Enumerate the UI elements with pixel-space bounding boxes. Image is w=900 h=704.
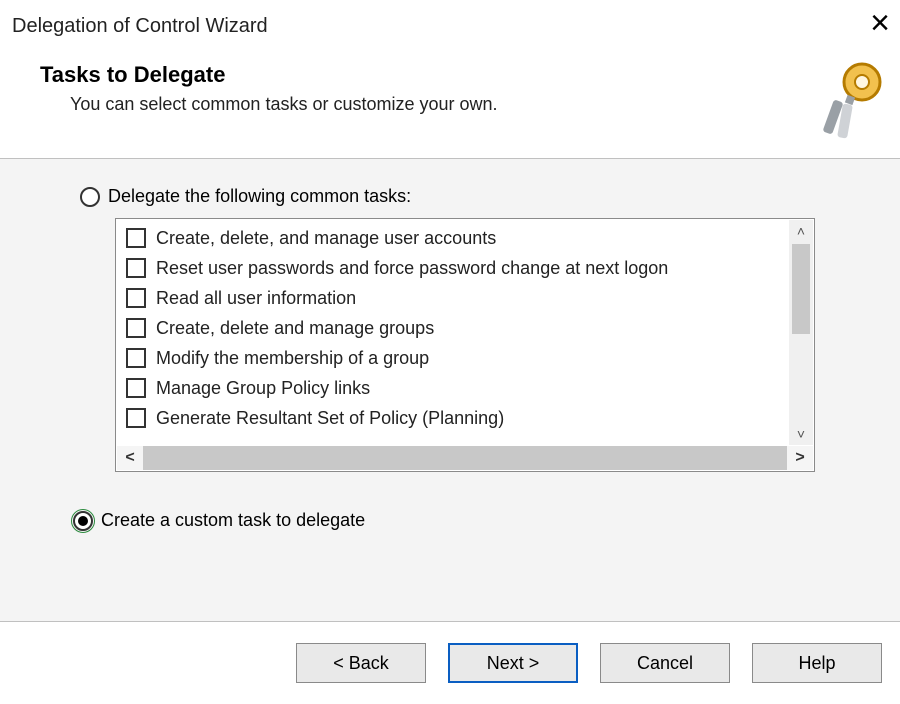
radio-common-tasks-label: Delegate the following common tasks:: [108, 186, 411, 207]
hscrollbar-track[interactable]: [143, 446, 787, 470]
checkbox-icon[interactable]: [126, 378, 146, 398]
scroll-down-icon[interactable]: ˅: [789, 423, 813, 445]
radio-common-tasks[interactable]: Delegate the following common tasks:: [80, 186, 411, 207]
wizard-window: Delegation of Control Wizard × Tasks to …: [0, 0, 900, 704]
task-item[interactable]: Create, delete and manage groups: [126, 313, 814, 343]
task-label: Manage Group Policy links: [156, 378, 370, 399]
task-item[interactable]: Manage Group Policy links: [126, 373, 814, 403]
checkbox-icon[interactable]: [126, 408, 146, 428]
radio-icon: [80, 187, 100, 207]
titlebar: Delegation of Control Wizard: [0, 0, 900, 52]
scrollbar-thumb[interactable]: [792, 244, 810, 334]
window-title: Delegation of Control Wizard: [12, 15, 268, 38]
back-button[interactable]: < Back: [296, 643, 426, 683]
task-label: Modify the membership of a group: [156, 348, 429, 369]
wizard-buttons: < Back Next > Cancel Help: [0, 622, 900, 704]
radio-custom-task-label: Create a custom task to delegate: [101, 510, 365, 531]
task-label: Generate Resultant Set of Policy (Planni…: [156, 408, 504, 429]
task-list: Create, delete, and manage user accounts…: [116, 219, 814, 471]
page-subtitle: You can select common tasks or customize…: [40, 94, 900, 115]
task-label: Create, delete and manage groups: [156, 318, 434, 339]
common-tasks-listbox[interactable]: Create, delete, and manage user accounts…: [115, 218, 815, 472]
task-label: Reset user passwords and force password …: [156, 258, 668, 279]
page-title: Tasks to Delegate: [40, 62, 900, 88]
task-item[interactable]: Modify the membership of a group: [126, 343, 814, 373]
next-button[interactable]: Next >: [448, 643, 578, 683]
keys-icon: [816, 60, 888, 140]
vertical-scrollbar[interactable]: ˄ ˅: [789, 220, 813, 445]
close-icon[interactable]: ×: [870, 6, 890, 40]
checkbox-icon[interactable]: [126, 258, 146, 278]
task-item[interactable]: Reset user passwords and force password …: [126, 253, 814, 283]
checkbox-icon[interactable]: [126, 228, 146, 248]
scroll-up-icon[interactable]: ˄: [789, 220, 813, 242]
wizard-header: Tasks to Delegate You can select common …: [0, 56, 900, 156]
checkbox-icon[interactable]: [126, 288, 146, 308]
scroll-left-icon[interactable]: <: [117, 446, 143, 470]
task-label: Create, delete, and manage user accounts: [156, 228, 496, 249]
scroll-right-icon[interactable]: >: [787, 446, 813, 470]
task-item[interactable]: Generate Resultant Set of Policy (Planni…: [126, 403, 814, 433]
checkbox-icon[interactable]: [126, 348, 146, 368]
horizontal-scrollbar[interactable]: < >: [117, 446, 813, 470]
task-item[interactable]: Create, delete, and manage user accounts: [126, 223, 814, 253]
checkbox-icon[interactable]: [126, 318, 146, 338]
task-label: Read all user information: [156, 288, 356, 309]
radio-icon: [73, 511, 93, 531]
cancel-button[interactable]: Cancel: [600, 643, 730, 683]
help-button[interactable]: Help: [752, 643, 882, 683]
task-item[interactable]: Read all user information: [126, 283, 814, 313]
radio-custom-task[interactable]: Create a custom task to delegate: [73, 510, 365, 531]
